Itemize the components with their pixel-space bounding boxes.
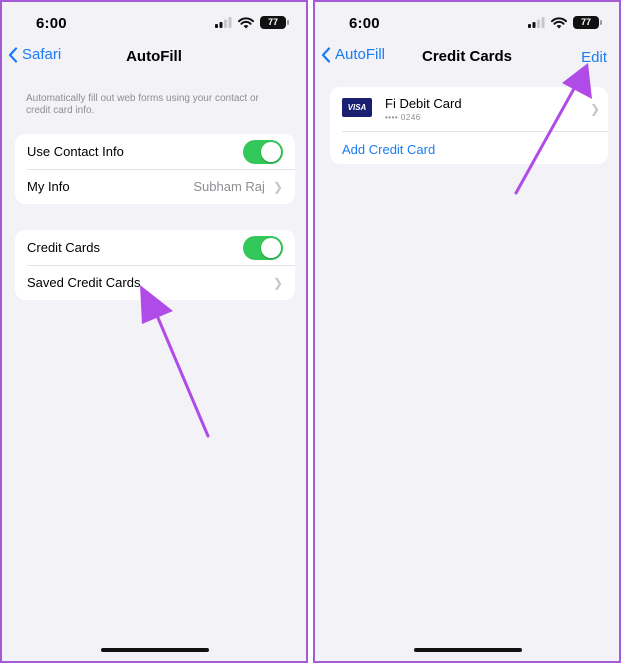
chevron-left-icon: [321, 46, 331, 63]
contact-settings-group: Use Contact Info My Info Subham Raj ❯: [15, 134, 295, 204]
credit-cards-toggle[interactable]: [243, 235, 283, 260]
credit-cards-screen: 6:00 77 AutoFill Credit Cards Edit VISA …: [313, 0, 621, 663]
status-icons: 77: [528, 16, 602, 29]
credit-cards-row: Credit Cards: [15, 230, 295, 265]
edit-button[interactable]: Edit: [581, 49, 607, 66]
chevron-right-icon: ❯: [589, 102, 600, 116]
battery-icon: 77: [260, 16, 289, 29]
back-button[interactable]: Safari: [8, 46, 61, 63]
cellular-signal-icon: [528, 17, 545, 28]
add-credit-card-button[interactable]: Add Credit Card: [342, 142, 435, 157]
saved-credit-cards-label: Saved Credit Cards: [27, 275, 141, 290]
saved-credit-cards-row[interactable]: Saved Credit Cards ❯: [15, 265, 295, 300]
chevron-right-icon: ❯: [272, 275, 283, 290]
status-bar: 6:00 77: [315, 2, 619, 42]
navigation-bar: Safari AutoFill: [2, 42, 306, 74]
home-indicator: [101, 648, 209, 652]
my-info-label: My Info: [27, 179, 70, 194]
back-button[interactable]: AutoFill: [321, 46, 385, 63]
my-info-row[interactable]: My Info Subham Raj ❯: [15, 169, 295, 204]
visa-logo-icon: VISA: [342, 98, 372, 117]
status-time: 6:00: [349, 15, 380, 32]
status-icons: 77: [215, 16, 289, 29]
card-row[interactable]: VISA Fi Debit Card •••• 0246 ❯: [330, 87, 608, 131]
card-number: •••• 0246: [385, 113, 421, 122]
toggle-knob: [261, 141, 281, 162]
home-indicator: [414, 648, 522, 652]
chevron-left-icon: [8, 46, 18, 63]
use-contact-info-label: Use Contact Info: [27, 144, 124, 159]
divider: [342, 131, 608, 132]
wifi-icon: [238, 16, 254, 28]
toggle-knob: [261, 237, 281, 258]
back-button-label: Safari: [22, 46, 62, 63]
use-contact-info-row: Use Contact Info: [15, 134, 295, 169]
navigation-bar: AutoFill Credit Cards Edit: [315, 42, 619, 74]
back-button-label: AutoFill: [335, 46, 386, 63]
use-contact-info-toggle[interactable]: [243, 139, 283, 164]
autofill-description: Automatically fill out web forms using y…: [26, 93, 259, 116]
my-info-value: Subham Raj: [193, 179, 265, 194]
chevron-right-icon: ❯: [272, 179, 283, 194]
autofill-screen: 6:00 77 Safari AutoFill Automatically fi…: [0, 0, 308, 663]
battery-icon: 77: [573, 16, 602, 29]
cellular-signal-icon: [215, 17, 232, 28]
saved-cards-list: VISA Fi Debit Card •••• 0246 ❯ Add Credi…: [330, 87, 608, 164]
credit-card-settings-group: Credit Cards Saved Credit Cards ❯: [15, 230, 295, 300]
status-time: 6:00: [36, 15, 67, 32]
wifi-icon: [551, 16, 567, 28]
status-bar: 6:00 77: [2, 2, 306, 42]
credit-cards-label: Credit Cards: [27, 240, 100, 255]
card-name: Fi Debit Card: [385, 96, 462, 111]
